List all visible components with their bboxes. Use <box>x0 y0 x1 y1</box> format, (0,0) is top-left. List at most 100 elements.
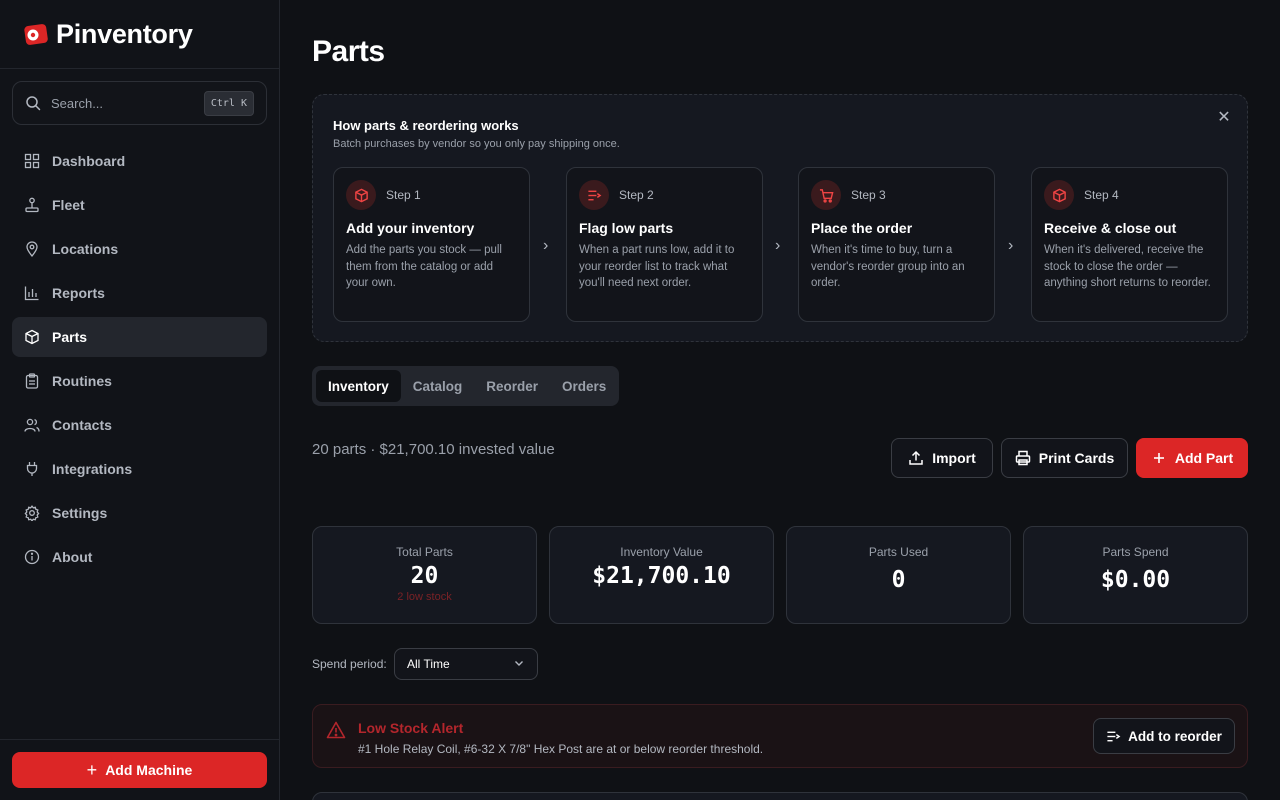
add-to-reorder-button[interactable]: Add to reorder <box>1093 718 1235 754</box>
step-description: When it's time to buy, turn a vendor's r… <box>811 244 965 289</box>
sidebar-item-dashboard[interactable]: Dashboard <box>12 141 267 181</box>
list-plus-icon <box>579 180 609 210</box>
stat-card-parts-spend: Parts Spend $0.00 <box>1023 526 1248 624</box>
info-icon <box>24 549 40 565</box>
low-stock-note: 2 low stock <box>397 591 452 603</box>
sidebar-item-label: Integrations <box>52 461 133 477</box>
print-cards-label: Print Cards <box>1038 450 1115 466</box>
step-number: Step 4 <box>1084 188 1119 202</box>
map-pin-icon <box>26 241 38 257</box>
sidebar: Pinventory Search... Ctrl K Dashboard Fl… <box>0 0 280 800</box>
guide-step-1: Step 1 Add your inventory Add the parts … <box>333 167 530 322</box>
stat-value: $0.00 <box>1100 567 1171 593</box>
sidebar-item-label: Locations <box>52 241 119 257</box>
spend-period-label: Spend period: <box>312 657 387 671</box>
sidebar-item-reports[interactable]: Reports <box>12 273 267 313</box>
list-plus-icon <box>1107 731 1121 741</box>
stat-label: Parts Used <box>868 545 929 559</box>
sidebar-item-locations[interactable]: Locations <box>12 229 267 269</box>
chevron-down-icon <box>515 661 523 666</box>
plus-icon: + <box>86 759 98 780</box>
step-title: Add your inventory <box>346 220 475 236</box>
search-icon <box>26 96 41 111</box>
sidebar-item-settings[interactable]: Settings <box>12 493 267 533</box>
search-input[interactable]: Search... Ctrl K <box>12 81 267 125</box>
brand[interactable]: Pinventory <box>0 0 279 69</box>
add-part-button[interactable]: Add Part <box>1136 438 1248 478</box>
box-icon <box>1044 180 1074 210</box>
low-stock-alert: Low Stock Alert #1 Hole Relay Coil, #6-3… <box>312 704 1248 768</box>
tab-orders[interactable]: Orders <box>550 370 618 402</box>
users-icon <box>24 418 40 432</box>
sidebar-item-label: Fleet <box>52 197 85 213</box>
parts-summary: 20 parts · $21,700.10 invested value <box>312 441 555 458</box>
grid-icon <box>24 153 40 169</box>
guide-step-4: Step 4 Receive & close out When it's del… <box>1031 167 1228 322</box>
step-title: Receive & close out <box>1044 220 1177 236</box>
guide-title: How parts & reordering works <box>333 118 519 133</box>
joystick-icon <box>25 197 39 213</box>
sidebar-item-routines[interactable]: Routines <box>12 361 267 401</box>
plug-icon <box>26 462 38 476</box>
main-content: Parts How parts & reordering works Batch… <box>280 0 1280 800</box>
sidebar-item-label: Routines <box>52 373 112 389</box>
step-number: Step 3 <box>851 188 886 202</box>
tab-catalog[interactable]: Catalog <box>401 370 475 402</box>
sidebar-item-label: Settings <box>52 505 108 521</box>
print-cards-button[interactable]: Print Cards <box>1001 438 1128 478</box>
printer-icon <box>1015 450 1031 466</box>
sidebar-item-label: About <box>52 549 93 565</box>
box-icon <box>346 180 376 210</box>
stat-label: Inventory Value <box>620 545 703 559</box>
sidebar-item-label: Reports <box>52 285 105 301</box>
stat-card-total-parts: Total Parts 20 2 low stock <box>312 526 537 624</box>
sidebar-item-about[interactable]: About <box>12 537 267 577</box>
gear-icon <box>24 505 40 521</box>
parts-tabs: Inventory Catalog Reorder Orders <box>312 366 619 406</box>
guide-step-3: Step 3 Place the order When it's time to… <box>798 167 995 322</box>
spend-period-select[interactable]: All Time <box>394 648 538 680</box>
plus-icon <box>1153 453 1164 463</box>
sidebar-footer: + Add Machine <box>0 739 279 800</box>
sidebar-item-label: Contacts <box>52 417 112 433</box>
tab-reorder[interactable]: Reorder <box>474 370 550 402</box>
cart-icon <box>811 180 841 210</box>
upload-icon <box>909 450 923 465</box>
brand-name: Pinventory <box>56 18 193 49</box>
keyboard-shortcut-badge: Ctrl K <box>203 91 254 116</box>
stat-value: $21,700.10 <box>592 563 731 589</box>
sidebar-item-contacts[interactable]: Contacts <box>12 405 267 445</box>
sidebar-item-label: Parts <box>52 329 88 345</box>
step-title: Place the order <box>811 220 913 236</box>
page-title: Parts <box>312 35 385 68</box>
sidebar-nav: Dashboard Fleet Locations Reports Parts … <box>12 141 267 581</box>
stat-value: 0 <box>891 567 906 593</box>
stat-card-parts-used: Parts Used 0 <box>786 526 1011 624</box>
bar-chart-icon <box>24 286 39 301</box>
spend-period-value: All Time <box>407 657 450 671</box>
add-machine-label: Add Machine <box>105 762 193 778</box>
sidebar-item-parts[interactable]: Parts <box>12 317 267 357</box>
chevron-right-icon: › <box>543 237 549 254</box>
stat-value: 20 <box>410 563 439 589</box>
clipboard-icon <box>25 373 39 389</box>
stat-label: Total Parts <box>396 545 453 559</box>
warning-icon <box>326 721 346 739</box>
box-icon <box>25 329 39 345</box>
stat-label: Parts Spend <box>1102 545 1169 559</box>
sidebar-item-fleet[interactable]: Fleet <box>12 185 267 225</box>
add-machine-button[interactable]: + Add Machine <box>12 752 267 788</box>
step-description: When a part runs low, add it to your reo… <box>579 244 735 289</box>
search-placeholder: Search... <box>51 95 104 111</box>
reordering-guide-panel: How parts & reordering works Batch purch… <box>312 94 1248 342</box>
import-button[interactable]: Import <box>891 438 993 478</box>
add-part-label: Add Part <box>1174 450 1234 466</box>
step-number: Step 1 <box>386 188 421 202</box>
tab-inventory[interactable]: Inventory <box>316 370 401 402</box>
add-to-reorder-label: Add to reorder <box>1128 728 1222 744</box>
close-icon[interactable]: ✕ <box>1215 109 1233 127</box>
import-label: Import <box>932 450 976 466</box>
pinball-logo-icon <box>24 24 48 45</box>
sidebar-item-integrations[interactable]: Integrations <box>12 449 267 489</box>
step-number: Step 2 <box>619 188 654 202</box>
